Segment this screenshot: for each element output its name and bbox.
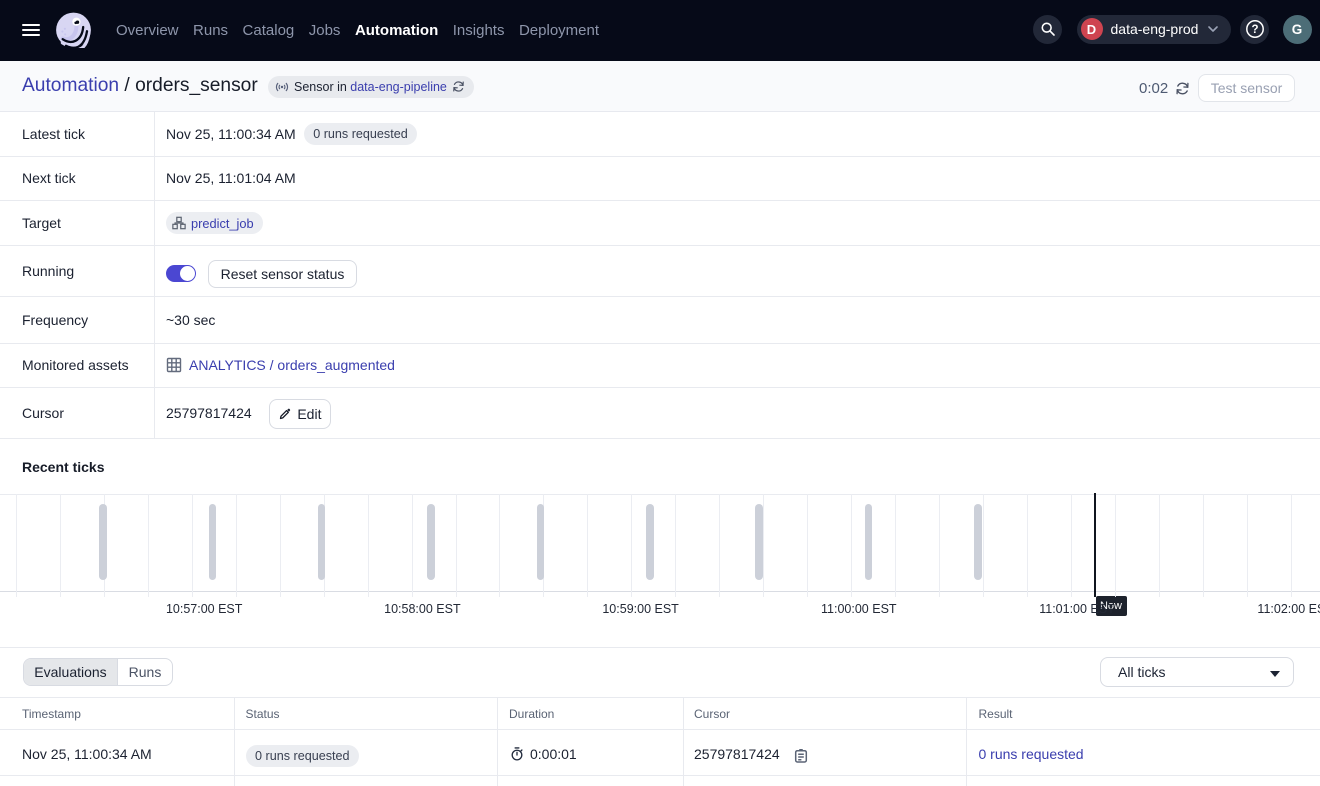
- svg-text:?: ?: [1251, 24, 1258, 36]
